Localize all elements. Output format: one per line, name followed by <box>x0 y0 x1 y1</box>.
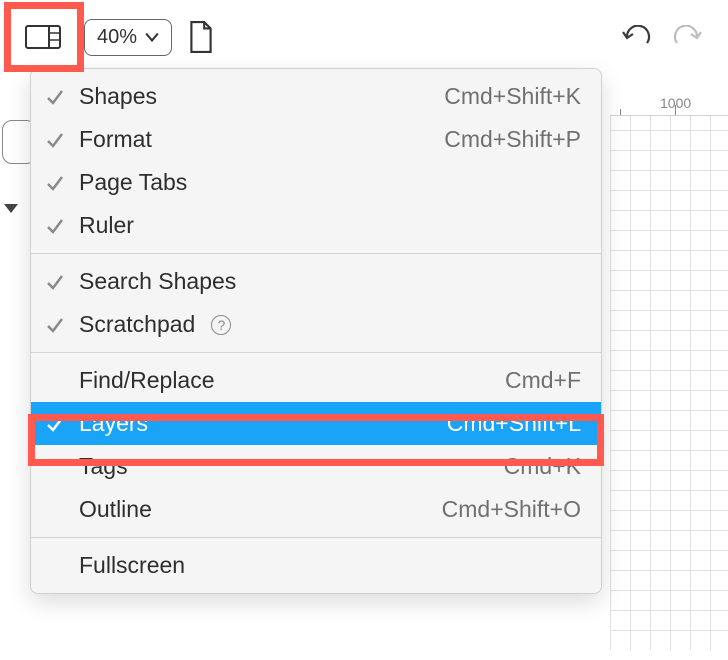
menu-shortcut: Cmd+F <box>505 367 581 394</box>
page-icon <box>188 21 214 53</box>
menu-separator <box>31 537 601 538</box>
expand-handle-icon[interactable] <box>4 204 18 213</box>
new-page-button[interactable] <box>184 20 218 54</box>
menu-item-label: Scratchpad <box>79 311 195 338</box>
menu-item-format[interactable]: Format Cmd+Shift+P <box>31 118 601 161</box>
check-icon <box>43 173 67 193</box>
redo-icon <box>673 25 703 49</box>
menu-item-label: Fullscreen <box>79 552 185 579</box>
menu-item-layers[interactable]: Layers Cmd+Shift+L <box>31 402 601 445</box>
menu-item-shapes[interactable]: Shapes Cmd+Shift+K <box>31 75 601 118</box>
menu-shortcut: Cmd+Shift+K <box>444 83 581 110</box>
horizontal-ruler: 1000 <box>610 90 728 116</box>
menu-shortcut: Cmd+Shift+P <box>444 126 581 153</box>
menu-item-label: Format <box>79 126 152 153</box>
redo-button[interactable] <box>668 17 708 57</box>
toolbar: 40% <box>0 0 728 74</box>
menu-item-label: Page Tabs <box>79 169 187 196</box>
menu-item-search-shapes[interactable]: Search Shapes <box>31 260 601 303</box>
undo-button[interactable] <box>616 17 656 57</box>
menu-item-label: Find/Replace <box>79 367 215 394</box>
check-icon <box>43 315 67 335</box>
menu-item-label: Outline <box>79 496 152 523</box>
view-menu: Shapes Cmd+Shift+K Format Cmd+Shift+P Page T… <box>30 68 602 594</box>
undo-icon <box>621 25 651 49</box>
menu-item-tags[interactable]: Tags Cmd+K <box>31 445 601 488</box>
canvas-grid <box>610 90 728 650</box>
ruler-tick <box>675 105 676 115</box>
menu-item-outline[interactable]: Outline Cmd+Shift+O <box>31 488 601 531</box>
menu-item-label: Search Shapes <box>79 268 236 295</box>
menu-shortcut: Cmd+Shift+L <box>447 410 581 437</box>
zoom-value: 40% <box>97 26 137 49</box>
panel-toggle-button[interactable] <box>20 20 66 54</box>
panel-toggle-icon <box>25 23 61 51</box>
menu-item-label: Tags <box>79 453 128 480</box>
check-icon <box>43 130 67 150</box>
menu-item-ruler[interactable]: Ruler <box>31 204 601 247</box>
menu-shortcut: Cmd+Shift+O <box>442 496 581 523</box>
chevron-down-icon <box>145 30 159 44</box>
ruler-tick <box>620 109 621 115</box>
zoom-dropdown[interactable]: 40% <box>84 19 172 56</box>
menu-item-scratchpad[interactable]: Scratchpad? <box>31 303 601 346</box>
menu-item-label: Layers <box>79 410 148 437</box>
check-icon <box>43 414 67 434</box>
check-icon <box>43 87 67 107</box>
menu-item-page-tabs[interactable]: Page Tabs <box>31 161 601 204</box>
check-icon <box>43 216 67 236</box>
menu-item-find-replace[interactable]: Find/Replace Cmd+F <box>31 359 601 402</box>
menu-separator <box>31 352 601 353</box>
menu-item-label: Shapes <box>79 83 157 110</box>
menu-item-fullscreen[interactable]: Fullscreen <box>31 544 601 587</box>
menu-item-label: Ruler <box>79 212 134 239</box>
menu-shortcut: Cmd+K <box>504 453 581 480</box>
menu-separator <box>31 253 601 254</box>
check-icon <box>43 272 67 292</box>
sidebar-collapsed <box>2 120 32 240</box>
help-icon[interactable]: ? <box>211 315 231 335</box>
